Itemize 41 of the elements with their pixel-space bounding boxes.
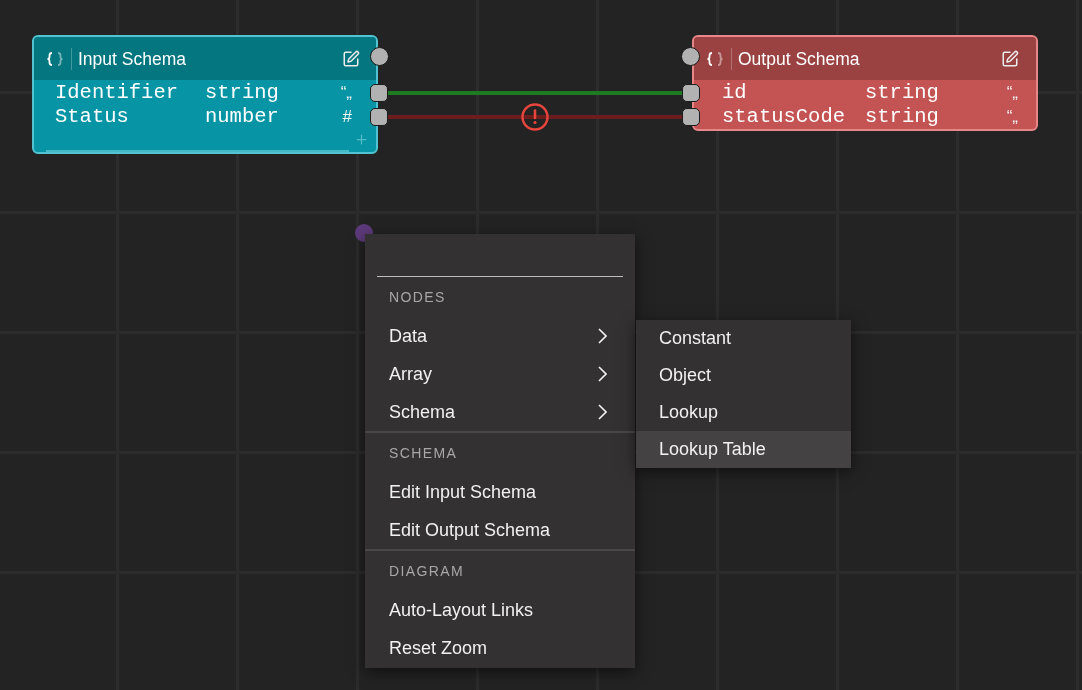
node-title: Output Schema xyxy=(738,47,860,70)
menu-item[interactable]: Edit Output Schema xyxy=(365,511,635,549)
field-name: Identifier xyxy=(55,81,179,104)
section-heading: DIAGRAM xyxy=(389,561,465,581)
braces-icon xyxy=(706,51,724,66)
type-symbol: “„ xyxy=(1006,106,1018,128)
menu-item[interactable]: Auto-Layout Links xyxy=(365,591,635,629)
node-title: Input Schema xyxy=(78,47,186,70)
field-type: number xyxy=(205,105,279,129)
chevron-icon xyxy=(598,328,607,344)
port-icon[interactable] xyxy=(682,84,700,102)
field-name: Status xyxy=(55,105,129,128)
menu-item[interactable]: Data xyxy=(365,317,635,355)
add-field-icon[interactable] xyxy=(354,132,369,147)
menu-item[interactable]: Edit Input Schema xyxy=(365,473,635,511)
port-icon[interactable] xyxy=(370,108,388,126)
section-heading: NODES xyxy=(389,287,446,307)
field-type: string xyxy=(865,81,939,105)
type-symbol: “„ xyxy=(1006,82,1018,104)
section-heading: SCHEMA xyxy=(389,443,458,463)
chevron-icon xyxy=(598,404,607,420)
field-type: string xyxy=(205,81,279,105)
field-name: id xyxy=(722,81,747,104)
menu-item[interactable]: Array xyxy=(365,355,635,393)
menu-item[interactable]: Lookup Table xyxy=(636,431,851,468)
field-type: string xyxy=(865,105,939,129)
menu-item[interactable]: Lookup xyxy=(636,394,851,431)
chevron-icon xyxy=(598,366,607,382)
menu-item[interactable]: Constant xyxy=(636,320,851,357)
type-symbol: “„ xyxy=(340,82,352,104)
edit-icon[interactable] xyxy=(1001,49,1019,68)
port-icon[interactable] xyxy=(682,108,700,126)
field-name: statusCode xyxy=(722,105,846,128)
edit-icon[interactable] xyxy=(342,49,360,68)
menu-item[interactable]: Schema xyxy=(365,393,635,431)
port-icon[interactable] xyxy=(370,84,388,102)
type-symbol: # xyxy=(342,106,352,128)
menu-item[interactable]: Object xyxy=(636,357,851,394)
menu-item[interactable]: Reset Zoom xyxy=(365,629,635,667)
braces-icon xyxy=(46,51,64,66)
error-icon xyxy=(521,103,549,131)
